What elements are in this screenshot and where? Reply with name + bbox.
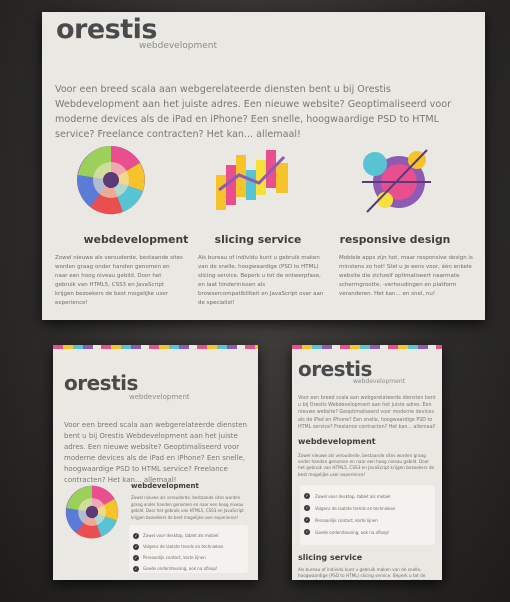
check-icon: ✓ [304,529,310,535]
brand-logo[interactable]: orestis [298,359,372,379]
color-stripe [53,345,258,349]
colorful-wheel-icon [65,485,119,539]
service-text: Als bureau of individu kunt u gebruik ma… [198,255,324,306]
check-icon: ✓ [304,517,310,523]
service-text: Zowel nieuwe als verouderde, bestaande s… [131,495,244,520]
brand-tagline: webdevelopment [129,393,190,401]
brand-logo[interactable]: orestis [64,373,138,393]
color-stripe [292,345,442,349]
intro-text: Voor een breed scala aan webgerelateerde… [64,421,247,484]
service-title: webdevelopment [131,482,199,490]
service-title: webdevelopment [83,233,189,246]
brand-logo[interactable]: orestis [56,16,157,43]
service-text: Als bureau of individu kunt u gebruik ma… [298,567,432,580]
service-title: slicing service [298,553,363,562]
desktop-preview-card: orestis webdevelopment Voor een breed sc… [42,12,485,320]
check-icon: ✓ [133,532,139,539]
check-icon: ✓ [304,505,310,511]
mobile-preview-card: orestis webdevelopment Voor een breed sc… [292,345,442,580]
intro-text: Voor een breed scala aan webgerelateerde… [298,396,436,430]
brand-tagline: webdevelopment [353,378,405,385]
list-item: ✓ Goede ondersteuning, ook na afloop! [304,529,390,535]
service-title: webdevelopment [298,437,376,446]
list-item: ✓ Persoonlijk contact, korte lijnen [304,517,378,523]
list-item: ✓ Volgens de laatste trends en technieken [133,543,224,550]
check-icon: ✓ [133,554,139,561]
list-item: ✓ Persoonlijk contact, korte lijnen [133,554,206,561]
check-icon: ✓ [133,543,139,550]
tablet-preview-card: orestis webdevelopment Voor een breed sc… [53,345,258,580]
list-item: ✓ Zowel voor desktop, tablet als mobiel [133,532,219,539]
service-text: Mobiele apps zijn hot, maar responsive d… [339,255,473,297]
service-text: Zowel nieuwe als verouderde, bestaande s… [55,255,183,306]
check-icon: ✓ [133,565,139,572]
list-item: ✓ Goede ondersteuning, ook na afloop! [133,565,218,572]
colorful-circles-icon [362,149,431,213]
intro-text: Voor een breed scala aan webgerelateerde… [55,84,452,140]
service-title: responsive design [339,233,451,246]
service-title: slicing service [214,233,302,246]
list-item: ✓ Zowel voor desktop, tablet als mobiel [304,493,391,499]
feature-checklist: ✓ Zowel voor desktop, tablet als mobiel ✓… [300,485,435,545]
brand-tagline: webdevelopment [139,41,217,51]
feature-checklist: ✓ Zowel voor desktop, tablet als mobiel ✓… [129,525,248,573]
check-icon: ✓ [304,493,310,499]
colorful-bars-icon [216,150,288,210]
service-text: Zowel nieuwe als verouderde, bestaande s… [298,453,435,477]
colorful-wheel-icon [77,146,145,215]
list-item: ✓ Volgens de laatste trends en technieken [304,505,396,511]
